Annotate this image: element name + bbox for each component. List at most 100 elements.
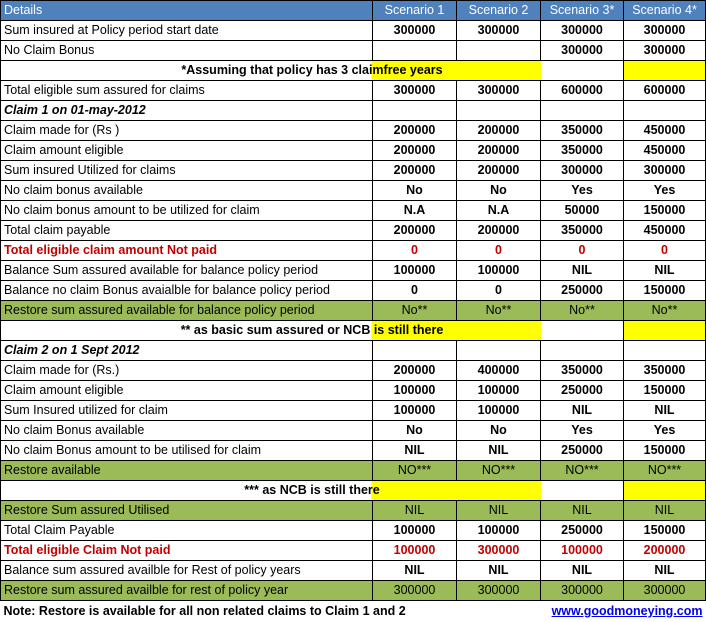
header-scenario-3: Scenario 3* (540, 0, 624, 21)
table-row: Total eligible Claim Not paid 100000 30000… (0, 540, 706, 561)
note-basic-sum-assured-row: ** as basic sum assured or NCB is still … (0, 320, 706, 341)
row-label: Claim made for (Rs ) (0, 120, 373, 141)
row-value-scenario-3: 250000 (540, 440, 624, 461)
website-link[interactable]: www.goodmoneying.com (541, 601, 706, 622)
row-value-scenario-4: NIL (623, 500, 706, 521)
row-value-scenario-1: 200000 (372, 140, 457, 161)
row-value-scenario-2: 200000 (456, 140, 541, 161)
claim-1-title: Claim 1 on 01-may-2012 (0, 100, 373, 121)
table-row: Balance Sum assured available for balanc… (0, 260, 706, 281)
row-value-scenario-1: No (372, 180, 457, 201)
row-value-scenario-3: 300000 (540, 160, 624, 181)
row-value-scenario-2: 100000 (456, 400, 541, 421)
row-value-scenario-2: 0 (456, 280, 541, 301)
empty-cell (372, 340, 457, 361)
row-label: Total eligible Claim Not paid (0, 540, 373, 561)
row-value-scenario-1: No** (372, 300, 457, 321)
row-value-scenario-1: 100000 (372, 260, 457, 281)
empty-cell (623, 100, 706, 121)
row-label: No claim bonus available (0, 180, 373, 201)
row-value-scenario-3: NO*** (540, 460, 624, 481)
row-value-scenario-4: 600000 (623, 80, 706, 101)
row-value-scenario-2: 0 (456, 240, 541, 261)
row-value-scenario-4: 450000 (623, 120, 706, 141)
row-value-scenario-2: 100000 (456, 380, 541, 401)
row-value-scenario-2: 100000 (456, 520, 541, 541)
row-value-scenario-4: 150000 (623, 520, 706, 541)
row-label: Claim amount eligible (0, 380, 373, 401)
row-value-scenario-2 (456, 40, 541, 61)
header-details: Details (0, 0, 373, 21)
note-ncb-still-there-highlight (623, 480, 706, 501)
row-value-scenario-1: 200000 (372, 160, 457, 181)
table-row: Total eligible claim amount Not paid 0 0 0 0 (0, 240, 706, 261)
row-value-scenario-4: 300000 (623, 160, 706, 181)
row-value-scenario-1: NO*** (372, 460, 457, 481)
note-claimfree-years-cell: *Assuming that policy has 3 claimfree ye… (0, 60, 624, 81)
row-value-scenario-1: 100000 (372, 380, 457, 401)
claim-2-title-row: Claim 2 on 1 Sept 2012 (0, 340, 706, 361)
table-row: Sum insured at Policy period start date 3… (0, 20, 706, 41)
row-value-scenario-3: NIL (540, 260, 624, 281)
row-label: Balance no claim Bonus avaialble for bal… (0, 280, 373, 301)
note-ncb-still-there: *** as NCB is still there (244, 483, 380, 497)
row-value-scenario-4: NIL (623, 400, 706, 421)
row-value-scenario-3: 300000 (540, 580, 624, 601)
row-value-scenario-4: 150000 (623, 380, 706, 401)
row-value-scenario-3: 300000 (540, 40, 624, 61)
row-value-scenario-2: NO*** (456, 460, 541, 481)
table-row: Balance sum assured availble for Rest of… (0, 560, 706, 581)
table-row: Restore available NO*** NO*** NO*** NO*** (0, 460, 706, 481)
row-value-scenario-1: 100000 (372, 540, 457, 561)
empty-cell (372, 100, 457, 121)
table-row: Claim made for (Rs ) 200000 200000 350000 45… (0, 120, 706, 141)
row-value-scenario-1: 300000 (372, 80, 457, 101)
row-value-scenario-1: NIL (372, 560, 457, 581)
header-scenario-4: Scenario 4* (623, 0, 706, 21)
row-value-scenario-2: No (456, 420, 541, 441)
table-row: Restore sum assured availble for rest of… (0, 580, 706, 601)
row-label: Total claim payable (0, 220, 373, 241)
row-label: Sum insured at Policy period start date (0, 20, 373, 41)
table-row: Total Claim Payable 100000 100000 250000 150… (0, 520, 706, 541)
table-row: No Claim Bonus 300000 300000 (0, 40, 706, 61)
note-basic-sum-assured-cell: ** as basic sum assured or NCB is still … (0, 320, 624, 341)
header-scenario-1: Scenario 1 (372, 0, 457, 21)
row-value-scenario-1: No (372, 420, 457, 441)
row-value-scenario-3: 0 (540, 240, 624, 261)
empty-cell (456, 100, 541, 121)
row-value-scenario-3: 250000 (540, 280, 624, 301)
row-value-scenario-2: NIL (456, 500, 541, 521)
row-value-scenario-3: 50000 (540, 200, 624, 221)
claim-2-title: Claim 2 on 1 Sept 2012 (0, 340, 373, 361)
row-value-scenario-4: NO*** (623, 460, 706, 481)
row-value-scenario-4: 450000 (623, 220, 706, 241)
header-row: Details Scenario 1 Scenario 2 Scenario 3… (0, 0, 706, 21)
row-value-scenario-4: 150000 (623, 440, 706, 461)
row-value-scenario-2: No (456, 180, 541, 201)
row-label: Sum insured Utilized for claims (0, 160, 373, 181)
row-value-scenario-2: 400000 (456, 360, 541, 381)
row-value-scenario-1: NIL (372, 500, 457, 521)
row-value-scenario-2: 300000 (456, 540, 541, 561)
row-value-scenario-4: NIL (623, 560, 706, 581)
row-label: Balance Sum assured available for balanc… (0, 260, 373, 281)
row-value-scenario-3: 350000 (540, 360, 624, 381)
row-label: Restore sum assured available for balanc… (0, 300, 373, 321)
row-value-scenario-3: No** (540, 300, 624, 321)
table-row: No claim Bonus amount to be utilised for… (0, 440, 706, 461)
row-value-scenario-1: 0 (372, 280, 457, 301)
row-label: Restore sum assured availble for rest of… (0, 580, 373, 601)
row-label: Sum Insured utilized for claim (0, 400, 373, 421)
row-value-scenario-3: Yes (540, 420, 624, 441)
row-value-scenario-3: 300000 (540, 20, 624, 41)
empty-cell (456, 340, 541, 361)
row-value-scenario-4: 350000 (623, 360, 706, 381)
note-claimfree-years: *Assuming that policy has 3 claimfree ye… (181, 63, 443, 77)
row-label: No claim Bonus available (0, 420, 373, 441)
row-label: Total Claim Payable (0, 520, 373, 541)
row-value-scenario-2: No** (456, 300, 541, 321)
insurance-scenarios-table: Details Scenario 1 Scenario 2 Scenario 3… (0, 0, 706, 622)
table-row: Sum insured Utilized for claims 200000 200… (0, 160, 706, 181)
table-row: No claim bonus available No No Yes Yes (0, 180, 706, 201)
